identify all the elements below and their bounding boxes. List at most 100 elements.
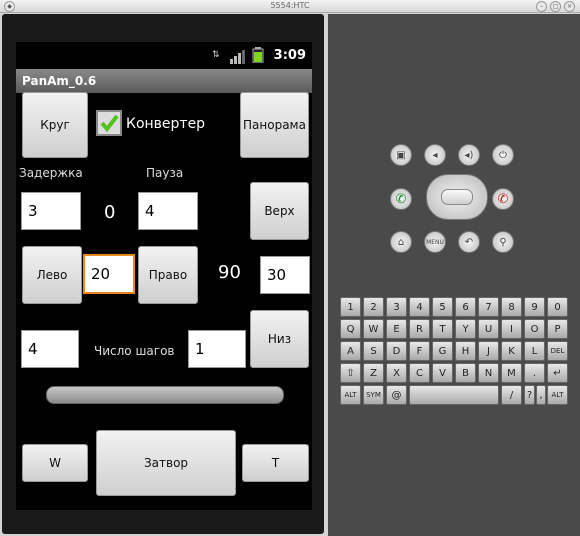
krug-button[interactable]: Круг	[22, 92, 88, 158]
key-u[interactable]: U	[478, 319, 499, 339]
window-title: 5554:HTC	[270, 1, 310, 10]
key-at[interactable]: @	[386, 385, 407, 405]
key-t[interactable]: T	[432, 319, 453, 339]
key-alt-right[interactable]: ALT	[547, 385, 568, 405]
maximize-button[interactable]: □	[550, 1, 561, 12]
key-y[interactable]: Y	[455, 319, 476, 339]
key-space[interactable]	[409, 385, 499, 405]
key-h[interactable]: H	[455, 341, 476, 361]
volume-down-icon[interactable]: ◂	[424, 144, 446, 166]
step-count-field[interactable]: 1	[188, 330, 246, 368]
key-comma[interactable]: ,	[536, 385, 546, 405]
w-button[interactable]: W	[22, 444, 88, 482]
hardware-keyboard: 1 2 3 4 5 6 7 8 9 0 Q W E R T Y U I O P …	[340, 295, 569, 406]
offset-field[interactable]: 30	[260, 256, 310, 294]
home-icon[interactable]: ⌂	[390, 231, 412, 253]
window-titlebar: 5554:HTC ◆ – □ ×	[0, 0, 580, 13]
key-f[interactable]: F	[409, 341, 430, 361]
key-7[interactable]: 7	[478, 297, 499, 317]
pause-label: Пауза	[146, 166, 184, 180]
konverter-label: Конвертер	[126, 116, 206, 132]
menu-button[interactable]: MENU	[424, 231, 446, 253]
key-9[interactable]: 9	[524, 297, 545, 317]
key-e[interactable]: E	[386, 319, 407, 339]
key-k[interactable]: K	[501, 341, 522, 361]
key-m[interactable]: M	[501, 363, 522, 383]
close-button[interactable]: ×	[564, 1, 575, 12]
delay-label: Задержка	[19, 166, 83, 180]
app-title: PanAm_0.6	[16, 69, 312, 93]
pause-field[interactable]: 4	[138, 192, 198, 230]
key-sym[interactable]: SYM	[363, 385, 384, 405]
key-d[interactable]: D	[386, 341, 407, 361]
verkh-button[interactable]: Верх	[250, 182, 309, 240]
pravo-button[interactable]: Право	[138, 246, 198, 304]
key-8[interactable]: 8	[501, 297, 522, 317]
key-w[interactable]: W	[363, 319, 384, 339]
end-call-icon[interactable]: ✆	[492, 188, 514, 210]
step-angle-field[interactable]: 20	[83, 254, 135, 294]
search-icon[interactable]: ⚲	[492, 231, 514, 253]
key-l[interactable]: L	[524, 341, 545, 361]
key-n[interactable]: N	[478, 363, 499, 383]
emulator-controls-panel: ▣ ◂ ◂) ⏻ ✆ ✆ ⌂ MENU ↶ ⚲ 1 2 3 4 5 6 7 8 …	[328, 14, 580, 536]
delay-field[interactable]: 3	[21, 192, 81, 230]
device-body: ⇅ 3:09 PanAm_0.6 Круг Конвертер Панорама…	[2, 14, 324, 534]
konverter-checkbox[interactable]	[96, 110, 122, 136]
key-b[interactable]: B	[455, 363, 476, 383]
key-s[interactable]: S	[363, 341, 384, 361]
key-c[interactable]: C	[409, 363, 430, 383]
key-2[interactable]: 2	[363, 297, 384, 317]
levo-button[interactable]: Лево	[22, 246, 82, 304]
left-count-field[interactable]: 4	[21, 330, 79, 368]
minimize-button[interactable]: –	[536, 1, 547, 12]
niz-button[interactable]: Низ	[250, 310, 309, 368]
key-slash[interactable]: /	[501, 385, 522, 405]
zatvor-button[interactable]: Затвор	[96, 430, 236, 496]
t-button[interactable]: T	[242, 444, 309, 482]
back-icon[interactable]: ↶	[458, 231, 480, 253]
key-3[interactable]: 3	[386, 297, 407, 317]
volume-up-icon[interactable]: ◂)	[458, 144, 480, 166]
key-question[interactable]: ?	[524, 385, 535, 405]
key-z[interactable]: Z	[363, 363, 384, 383]
device-screen: ⇅ 3:09 PanAm_0.6 Круг Конвертер Панорама…	[16, 42, 312, 510]
key-a[interactable]: A	[340, 341, 361, 361]
key-o[interactable]: O	[524, 319, 545, 339]
check-icon	[100, 114, 119, 133]
signal-icon	[230, 50, 245, 64]
power-icon[interactable]: ⏻	[492, 144, 514, 166]
status-bar: ⇅ 3:09	[16, 42, 312, 69]
key-i[interactable]: I	[501, 319, 522, 339]
progress-bar	[46, 386, 284, 404]
key-r[interactable]: R	[409, 319, 430, 339]
key-4[interactable]: 4	[409, 297, 430, 317]
key-5[interactable]: 5	[432, 297, 453, 317]
battery-icon	[252, 47, 264, 63]
delay-display: 0	[104, 202, 116, 223]
key-v[interactable]: V	[432, 363, 453, 383]
steps-label: Число шагов	[94, 344, 175, 358]
key-enter[interactable]: ↵	[547, 363, 568, 383]
data-3g-icon: ⇅	[212, 50, 220, 60]
angle-display: 90	[218, 262, 241, 283]
panorama-button[interactable]: Панорама	[240, 92, 309, 158]
key-del[interactable]: DEL	[547, 341, 568, 361]
key-0[interactable]: 0	[547, 297, 568, 317]
key-shift[interactable]: ⇧	[340, 363, 361, 383]
key-1[interactable]: 1	[340, 297, 361, 317]
window-menu-icon[interactable]: ◆	[4, 1, 15, 12]
dpad-center-button[interactable]	[441, 189, 473, 205]
call-icon[interactable]: ✆	[390, 188, 412, 210]
dpad[interactable]	[426, 174, 488, 220]
key-q[interactable]: Q	[340, 319, 361, 339]
key-alt-left[interactable]: ALT	[340, 385, 361, 405]
key-x[interactable]: X	[386, 363, 407, 383]
camera-icon[interactable]: ▣	[390, 144, 412, 166]
key-6[interactable]: 6	[455, 297, 476, 317]
key-j[interactable]: J	[478, 341, 499, 361]
key-p[interactable]: P	[547, 319, 568, 339]
key-g[interactable]: G	[432, 341, 453, 361]
key-period[interactable]: .	[524, 363, 545, 383]
status-clock: 3:09	[273, 48, 306, 63]
